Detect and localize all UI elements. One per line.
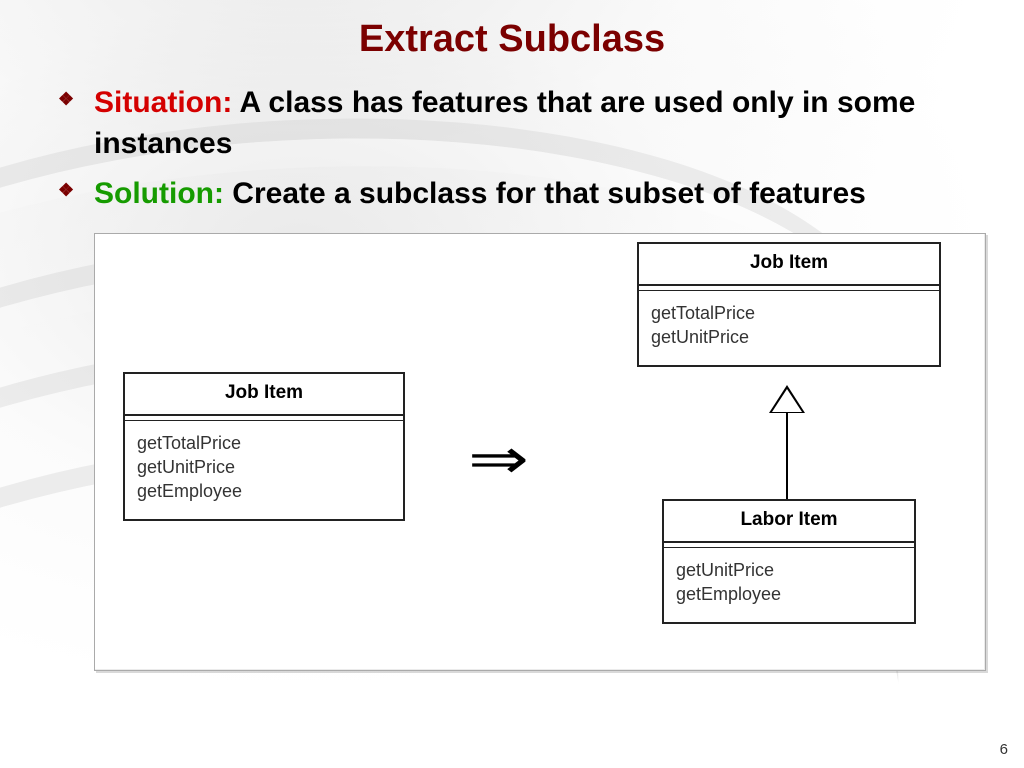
- uml-class-name: Labor Item: [664, 501, 914, 543]
- inheritance-connector-icon: [786, 385, 787, 499]
- uml-diagram-panel: Job Item getTotalPrice getUnitPrice getE…: [94, 233, 986, 671]
- situation-label: Situation:: [94, 86, 232, 119]
- slide-title: Extract Subclass: [40, 18, 984, 61]
- uml-class-methods: getUnitPrice getEmployee: [664, 548, 914, 623]
- uml-class-name: Job Item: [125, 374, 403, 416]
- uml-method: getEmployee: [676, 582, 902, 606]
- page-number: 6: [1000, 741, 1008, 758]
- uml-method: getUnitPrice: [676, 558, 902, 582]
- bullet-situation: Situation: A class has features that are…: [50, 83, 974, 164]
- uml-class-before: Job Item getTotalPrice getUnitPrice getE…: [123, 372, 405, 522]
- slide: Extract Subclass Situation: A class has …: [0, 0, 1024, 768]
- uml-class-after-child: Labor Item getUnitPrice getEmployee: [662, 499, 916, 625]
- uml-class-methods: getTotalPrice getUnitPrice getEmployee: [125, 421, 403, 520]
- transform-arrow-icon: ⇒: [468, 426, 529, 492]
- uml-class-name: Job Item: [639, 244, 939, 286]
- solution-text: Create a subclass for that subset of fea…: [224, 177, 866, 210]
- uml-method: getTotalPrice: [651, 301, 927, 325]
- uml-method: getUnitPrice: [137, 455, 391, 479]
- bullet-solution: Solution: Create a subclass for that sub…: [50, 174, 974, 215]
- uml-class-methods: getTotalPrice getUnitPrice: [639, 291, 939, 366]
- uml-class-after-parent: Job Item getTotalPrice getUnitPrice: [637, 242, 941, 368]
- solution-label: Solution:: [94, 177, 224, 210]
- uml-method: getEmployee: [137, 479, 391, 503]
- bullet-list: Situation: A class has features that are…: [40, 83, 984, 215]
- uml-method: getTotalPrice: [137, 431, 391, 455]
- uml-method: getUnitPrice: [651, 325, 927, 349]
